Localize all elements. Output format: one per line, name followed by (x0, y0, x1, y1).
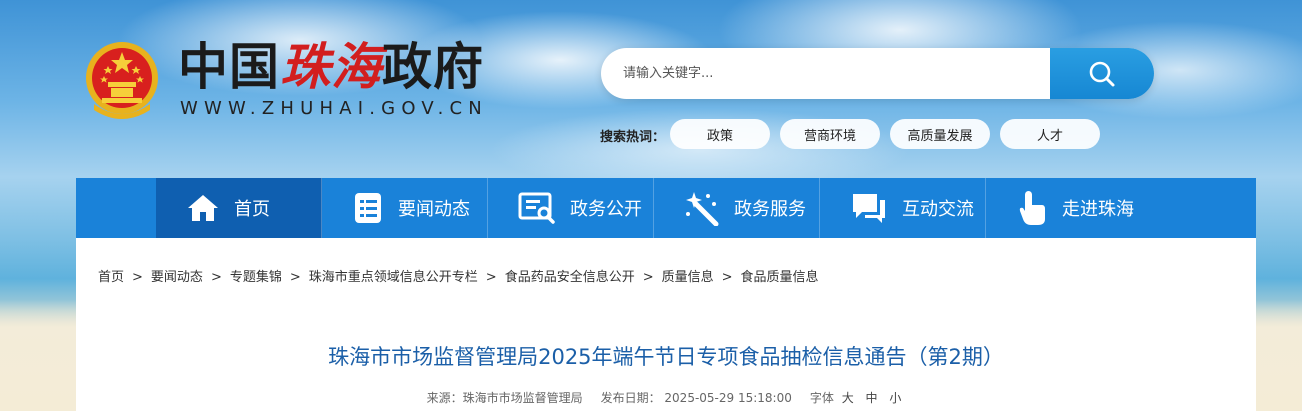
document-search-icon (518, 192, 555, 224)
nav-item-label: 互动交流 (902, 199, 974, 220)
article-date: 发布日期： 2025-05-29 15:18:00 (600, 391, 792, 405)
hot-word-tag[interactable]: 高质量发展 (890, 119, 990, 149)
breadcrumb-separator: > (721, 270, 733, 285)
site-title-part: 中国 (178, 37, 280, 96)
breadcrumb-separator: > (485, 270, 497, 285)
breadcrumb-separator: > (132, 270, 143, 285)
nav-item-label: 政务服务 (734, 199, 806, 220)
nav-item-label: 政务公开 (570, 199, 642, 220)
breadcrumb-link[interactable]: 专题集锦 (230, 270, 282, 285)
search-box (601, 48, 1154, 99)
article-title: 珠海市市场监督管理局2025年端午节日专项食品抽检信息通告（第2期） (328, 345, 1004, 369)
breadcrumb-separator: > (289, 270, 301, 285)
hot-word-tag[interactable]: 政策 (670, 119, 770, 149)
font-size-large-button[interactable]: 大 (842, 391, 854, 405)
breadcrumb-separator: > (210, 270, 222, 285)
hot-words-label: 搜索热词： (600, 130, 666, 145)
nav-item-services[interactable]: 政务服务 (654, 178, 820, 238)
home-icon (188, 195, 218, 221)
breadcrumb-link[interactable]: 要闻动态 (151, 270, 203, 285)
font-size-medium-button[interactable]: 中 (866, 391, 878, 405)
nav-item-home[interactable]: 首页 (156, 178, 322, 238)
nav-item-label: 要闻动态 (398, 199, 470, 220)
breadcrumb-link[interactable]: 首页 (98, 270, 124, 285)
search-input[interactable] (601, 48, 1051, 99)
site-url: WWW.ZHUHAI.GOV.CN (180, 98, 488, 119)
font-size-label: 字体 (809, 391, 834, 405)
news-list-icon (355, 193, 381, 223)
nav-item-gov-affairs[interactable]: 政务公开 (488, 178, 654, 238)
site-title-part: 政府 (382, 37, 484, 96)
article-meta: 来源：珠海市市场监督管理局 发布日期： 2025-05-29 15:18:00 字体… (76, 389, 1256, 406)
breadcrumb-link[interactable]: 食品药品安全信息公开 (505, 270, 635, 285)
national-emblem-icon (86, 42, 158, 119)
breadcrumb-link[interactable]: 质量信息 (662, 270, 714, 285)
breadcrumb: 首页 > 要闻动态 > 专题集锦 > 珠海市重点领域信息公开专栏 > 食品药品安全信息公开 > 质量… (98, 266, 819, 285)
nav-item-label: 首页 (234, 199, 270, 220)
pointer-hand-icon (1019, 191, 1045, 225)
breadcrumb-link[interactable]: 珠海市重点领域信息公开专栏 (309, 270, 478, 285)
site-title-city: 珠海 (280, 37, 382, 96)
nav-item-news[interactable]: 要闻动态 (322, 178, 488, 238)
nav-item-label: 走进珠海 (1062, 199, 1134, 220)
hot-word-tag[interactable]: 人才 (1000, 119, 1100, 149)
breadcrumb-link[interactable]: 食品质量信息 (741, 270, 819, 285)
chat-icon (853, 194, 885, 223)
search-icon (1089, 61, 1115, 86)
site-title[interactable]: 中国珠海政府 (178, 36, 484, 98)
hot-word-tag[interactable]: 营商环境 (780, 119, 880, 149)
font-size-small-button[interactable]: 小 (889, 391, 901, 405)
nav-item-about-zhuhai[interactable]: 走进珠海 (986, 178, 1152, 238)
content-panel: 首页 > 要闻动态 > 专题集锦 > 珠海市重点领域信息公开专栏 > 食品药品安全信息公开 > 质量… (76, 238, 1256, 411)
magic-wand-icon (686, 192, 719, 226)
search-button[interactable] (1050, 48, 1154, 99)
main-nav: 首页 要闻动态 政务公开 政务服务 互动交流 走进珠海 (76, 178, 1256, 238)
breadcrumb-separator: > (642, 270, 654, 285)
nav-item-interaction[interactable]: 互动交流 (820, 178, 986, 238)
article-source: 来源：珠海市市场监督管理局 (426, 391, 583, 405)
